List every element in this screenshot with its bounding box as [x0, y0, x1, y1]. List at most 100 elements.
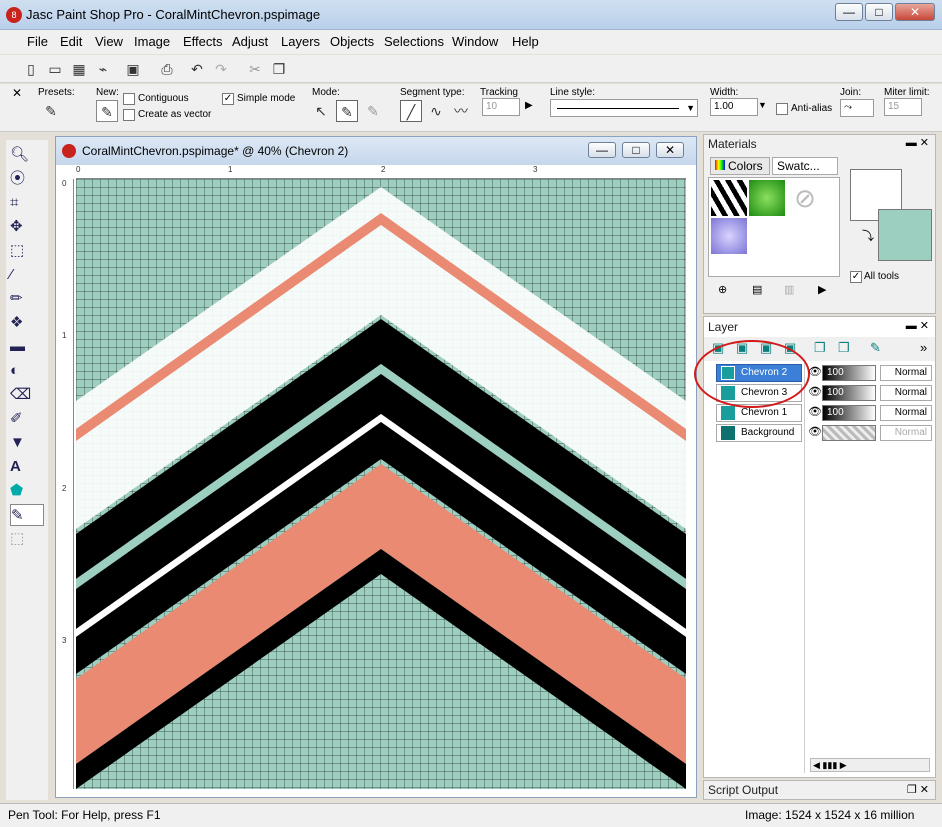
move-tool-icon[interactable]: ✥ [10, 216, 44, 238]
width-spin-icon[interactable]: ▼ [758, 100, 767, 110]
menu-view[interactable]: View [95, 34, 123, 49]
mode-edit-icon[interactable]: ✎ [362, 100, 384, 122]
more-layer-options-icon[interactable]: » [920, 340, 927, 355]
simple-mode-checkbox[interactable]: ✓ [222, 93, 234, 105]
add-swatch-icon[interactable]: ⊕ [718, 283, 727, 296]
doc-close-button[interactable]: ✕ [656, 142, 684, 158]
opacity-slider[interactable]: 100 [822, 365, 876, 381]
segment-line-icon[interactable]: ╱ [400, 100, 422, 122]
more-swatch-icon[interactable]: ▶ [818, 283, 826, 296]
close-options-icon[interactable]: ✕ [12, 86, 22, 100]
doc-minimize-button[interactable]: — [588, 142, 616, 158]
flood-fill-icon[interactable]: ▼ [10, 432, 44, 454]
picture-tube-icon[interactable]: ✐ [10, 408, 44, 430]
lavender-swatch[interactable] [711, 218, 747, 254]
menu-file[interactable]: File [27, 34, 48, 49]
print-icon[interactable]: ⎙ [156, 58, 178, 80]
scanner-icon[interactable]: ⌁ [92, 58, 114, 80]
new-vector-icon[interactable]: ✎ [96, 100, 118, 122]
segment-freehand-icon[interactable]: 〰 [450, 100, 472, 122]
blend-mode[interactable]: Normal [880, 405, 932, 421]
image-canvas[interactable] [76, 179, 686, 789]
new-label: New: [96, 87, 119, 98]
object-selector-icon[interactable]: ⬚ [10, 528, 44, 550]
materials-panel-controls[interactable]: ▬ ✕ [906, 136, 929, 149]
maximize-button[interactable]: □ [865, 3, 893, 21]
green-swatch[interactable] [749, 180, 785, 216]
tracking-arrow-icon[interactable]: ▶ [525, 100, 533, 111]
color-replacer-icon[interactable]: ▬ [10, 336, 44, 358]
menu-effects[interactable]: Effects [183, 34, 223, 49]
edit-swatch-icon[interactable]: ▤ [752, 283, 762, 296]
layer-properties-icon[interactable]: ✎ [870, 340, 881, 356]
antialias-checkbox[interactable] [776, 103, 788, 115]
pan-tool-icon[interactable]: ⦿ [10, 168, 44, 190]
clone-brush-icon[interactable]: ❖ [10, 312, 44, 334]
presets-icon[interactable]: ✎ [40, 100, 62, 122]
menu-adjust[interactable]: Adjust [232, 34, 268, 49]
line-style-dropdown[interactable]: ▼ [550, 99, 698, 117]
mode-select-icon[interactable]: ↖ [310, 100, 332, 122]
opacity-slider[interactable]: 100 [822, 385, 876, 401]
null-swatch-icon[interactable]: ⊘ [787, 180, 823, 216]
layer-row-background[interactable]: Background [716, 424, 802, 442]
open-folder-icon[interactable]: ▭ [44, 58, 66, 80]
zoom-tool-icon[interactable]: 🔍︎ [10, 144, 44, 166]
selection-tool-icon[interactable]: ⬚ [10, 240, 44, 262]
opacity-slider[interactable]: 100 [822, 405, 876, 421]
zebra-swatch[interactable] [711, 180, 747, 216]
create-vector-checkbox[interactable] [123, 109, 135, 121]
eraser-tool-icon[interactable]: ⌫ [10, 384, 44, 406]
swatches-tab[interactable]: Swatc... [772, 157, 838, 175]
blend-mode[interactable]: Normal [880, 365, 932, 381]
menu-layers[interactable]: Layers [281, 34, 320, 49]
menu-image[interactable]: Image [134, 34, 170, 49]
redo-icon[interactable]: ↷ [210, 58, 232, 80]
undo-icon[interactable]: ↶ [186, 58, 208, 80]
menu-help[interactable]: Help [512, 34, 539, 49]
menu-window[interactable]: Window [452, 34, 498, 49]
tracking-field[interactable]: 10 [482, 98, 520, 116]
visibility-eye-icon[interactable]: 👁︎ [808, 385, 822, 398]
copy-icon[interactable]: ❐ [268, 58, 290, 80]
paint-brush-icon[interactable]: ✏ [10, 288, 44, 310]
text-tool-icon[interactable]: A [10, 456, 44, 478]
blend-mode[interactable]: Normal [880, 385, 932, 401]
visibility-eye-icon[interactable]: 👁︎ [808, 425, 822, 438]
cut-icon[interactable]: ✂ [244, 58, 266, 80]
layer-panel-controls[interactable]: ▬ ✕ [906, 319, 929, 332]
pen-tool-icon[interactable]: ✎ [10, 504, 44, 526]
close-button[interactable]: ✕ [895, 3, 935, 21]
minimize-button[interactable]: — [835, 3, 863, 21]
new-file-icon[interactable]: ▯ [20, 58, 42, 80]
save-icon[interactable]: ▣ [122, 58, 144, 80]
background-color-box[interactable] [878, 209, 932, 261]
duplicate-layer-icon[interactable]: ❐ [814, 340, 826, 356]
browse-icon[interactable]: ▦ [68, 58, 90, 80]
swatch-grid: ⊘ [708, 177, 840, 277]
join-dropdown[interactable]: ⤳ [840, 99, 874, 117]
horizontal-scrollbar[interactable]: ◀ ▮▮▮ ▶ [810, 758, 930, 772]
menu-selections[interactable]: Selections [384, 34, 444, 49]
preset-shape-icon[interactable]: ⬟ [10, 480, 44, 502]
contiguous-checkbox[interactable] [123, 93, 135, 105]
visibility-eye-icon[interactable]: 👁︎ [808, 365, 822, 378]
all-tools-checkbox[interactable]: ✓ [850, 271, 862, 283]
mode-pen-icon[interactable]: ✎ [336, 100, 358, 122]
colors-tab[interactable]: Colors [710, 157, 770, 175]
doc-maximize-button[interactable]: □ [622, 142, 650, 158]
crop-tool-icon[interactable]: ⌗ [10, 192, 44, 214]
menu-objects[interactable]: Objects [330, 34, 374, 49]
width-field[interactable]: 1.00 [710, 98, 758, 116]
dodge-tool-icon[interactable]: ◐ [10, 360, 44, 382]
dropper-tool-icon[interactable]: ⁄ [10, 264, 44, 286]
swap-colors-icon[interactable]: ⤵ [862, 227, 874, 244]
segment-curve-icon[interactable]: ∿ [425, 100, 447, 122]
blend-mode[interactable]: Normal [880, 425, 932, 441]
delete-layer-icon[interactable]: ❐ [838, 340, 850, 356]
script-output-controls[interactable]: ❐ ✕ [907, 783, 929, 796]
menu-edit[interactable]: Edit [60, 34, 82, 49]
visibility-eye-icon[interactable]: 👁︎ [808, 405, 822, 418]
miter-limit-field[interactable]: 15 [884, 98, 922, 116]
delete-swatch-icon[interactable]: ▥ [784, 283, 794, 296]
